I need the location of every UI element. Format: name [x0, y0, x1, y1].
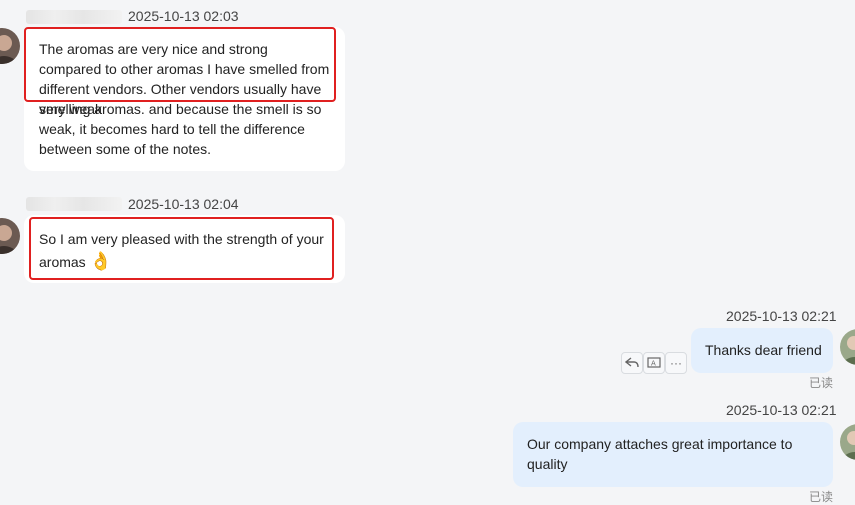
- message-text: smelling aromas. and because the smell i…: [39, 101, 322, 157]
- message-time: 2025-10-13 02:03: [128, 8, 239, 24]
- sender-name-blurred: [26, 197, 122, 211]
- message-text: So I am very pleased with the strength o…: [39, 228, 324, 273]
- reply-icon[interactable]: [621, 352, 643, 374]
- avatar[interactable]: [0, 218, 20, 254]
- read-status: 已读: [809, 376, 834, 390]
- message-time: 2025-10-13 02:21: [726, 402, 837, 418]
- ok-hand-emoji: 👌: [89, 251, 112, 271]
- avatar[interactable]: [840, 329, 855, 365]
- read-status: 已读: [809, 490, 834, 504]
- message-text-body: So I am very pleased with the strength o…: [39, 231, 324, 270]
- svg-text:A: A: [651, 360, 656, 368]
- message-text: Thanks dear friend: [705, 342, 822, 358]
- avatar[interactable]: [840, 424, 855, 460]
- avatar[interactable]: [0, 28, 20, 64]
- message-time: 2025-10-13 02:04: [128, 196, 239, 212]
- message-text: Our company attaches great importance to…: [527, 436, 793, 472]
- sender-name-blurred: [26, 10, 122, 24]
- translate-icon[interactable]: A: [643, 352, 665, 374]
- message-time: 2025-10-13 02:21: [726, 308, 837, 324]
- more-icon[interactable]: ···: [665, 352, 687, 374]
